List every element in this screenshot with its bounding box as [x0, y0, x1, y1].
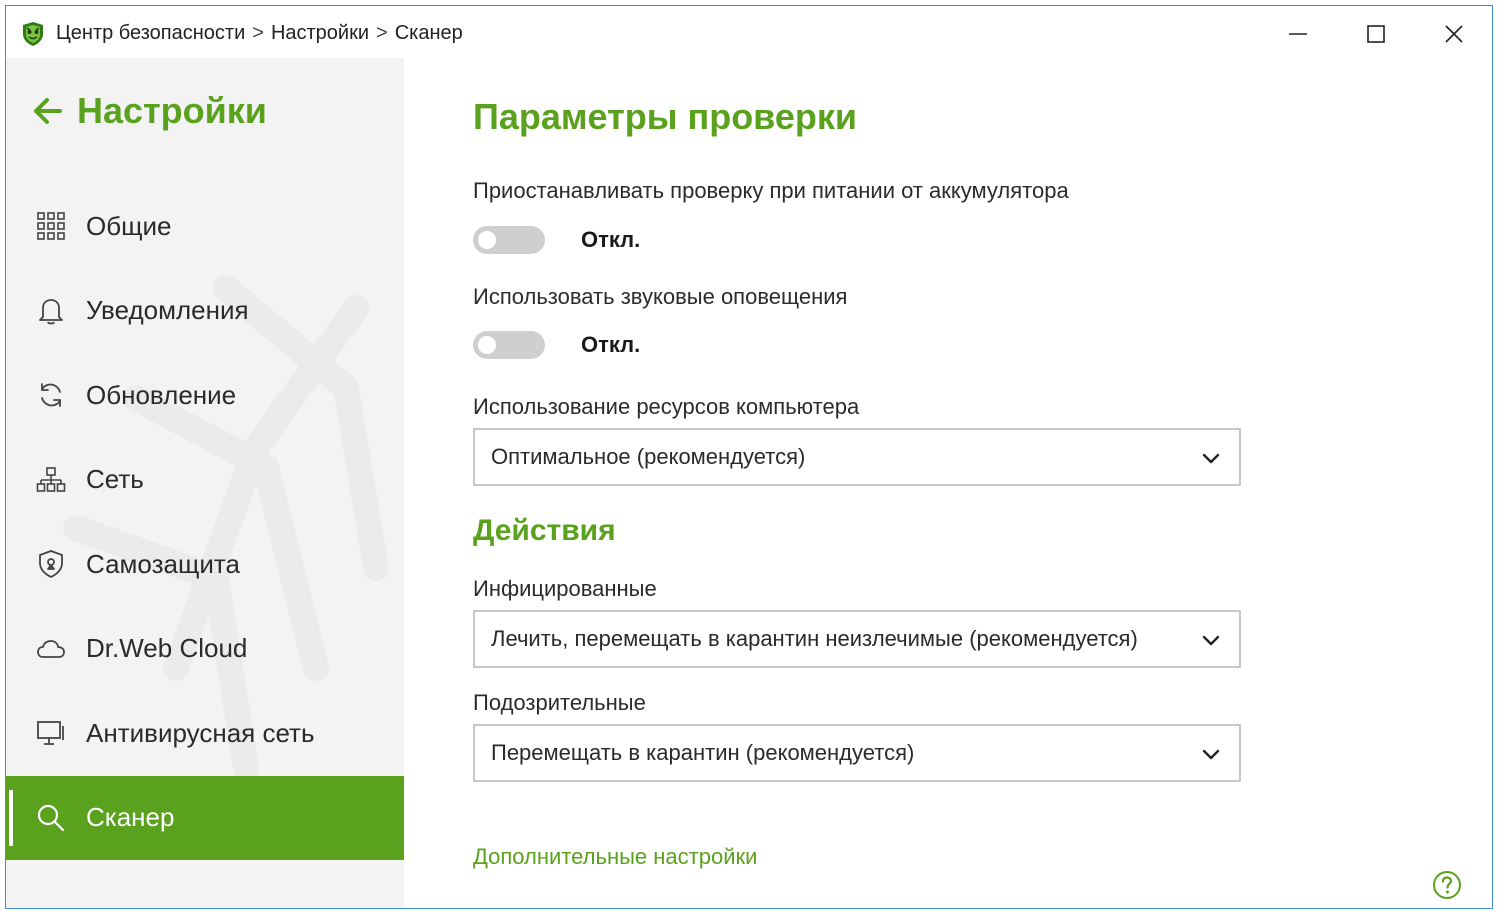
network-icon — [34, 463, 68, 497]
sound-alerts-state: Откл. — [581, 332, 641, 357]
sidebar-item-label: Обновление — [86, 379, 237, 410]
breadcrumb-item-scanner: Сканер — [394, 22, 463, 44]
monitor-icon — [34, 716, 68, 750]
sidebar-item-label: Уведомления — [86, 295, 249, 326]
suspicious-action-select[interactable]: Перемещать в карантин (рекомендуется) — [473, 724, 1241, 782]
settings-nav: Общие Уведомления Обновление Сеть Самоза… — [6, 184, 404, 860]
infected-label: Инфицированные — [473, 576, 657, 601]
sidebar-item-general[interactable]: Общие — [6, 184, 404, 269]
close-icon — [1445, 25, 1463, 43]
sidebar-item-label: Антивирусная сеть — [86, 717, 315, 748]
app-window: Центр безопасности > Настройки > Сканер Нас — [5, 5, 1493, 909]
breadcrumb: Центр безопасности > Настройки > Сканер — [56, 22, 463, 45]
breadcrumb-separator: > — [376, 22, 388, 44]
toggle-knob — [478, 336, 496, 354]
sidebar: Настройки Общие Уведомления Обновление С… — [6, 58, 404, 908]
sidebar-item-label: Dr.Web Cloud — [86, 633, 248, 664]
sidebar-item-self-protection[interactable]: Самозащита — [6, 522, 404, 607]
battery-pause-state: Откл. — [581, 227, 641, 252]
sound-alerts-toggle[interactable] — [473, 331, 545, 359]
help-icon[interactable] — [1432, 870, 1462, 900]
sidebar-item-label: Общие — [86, 210, 172, 241]
sidebar-item-label: Сканер — [86, 802, 175, 833]
sidebar-item-network[interactable]: Сеть — [6, 438, 404, 523]
sidebar-item-label: Сеть — [86, 464, 144, 495]
resource-usage-value: Оптимальное (рекомендуется) — [491, 444, 806, 469]
infected-action-value: Лечить, перемещать в карантин неизлечимы… — [491, 626, 1138, 651]
maximize-button[interactable] — [1346, 12, 1406, 56]
infected-action-select[interactable]: Лечить, перемещать в карантин неизлечимы… — [473, 610, 1241, 668]
sound-alerts-label: Использовать звуковые оповещения — [473, 284, 848, 309]
resource-usage-select[interactable]: Оптимальное (рекомендуется) — [473, 428, 1241, 486]
back-to-settings[interactable]: Настройки — [31, 90, 267, 132]
breadcrumb-item-security-center[interactable]: Центр безопасности — [56, 22, 245, 44]
sidebar-item-drweb-cloud[interactable]: Dr.Web Cloud — [6, 607, 404, 692]
sidebar-item-antivirus-network[interactable]: Антивирусная сеть — [6, 691, 404, 776]
battery-pause-toggle[interactable] — [473, 226, 545, 254]
suspicious-label: Подозрительные — [473, 690, 646, 715]
close-button[interactable] — [1424, 12, 1484, 56]
main-panel: Параметры проверки Приостанавливать пров… — [404, 58, 1492, 908]
sound-alerts-row: Откл. — [473, 331, 640, 359]
sidebar-item-label: Самозащита — [86, 548, 240, 579]
suspicious-action-value: Перемещать в карантин (рекомендуется) — [491, 740, 915, 765]
chevron-down-icon — [1202, 749, 1220, 760]
breadcrumb-item-settings[interactable]: Настройки — [271, 22, 369, 44]
toggle-knob — [478, 231, 496, 249]
sidebar-item-scanner[interactable]: Сканер — [6, 775, 404, 860]
sidebar-item-update[interactable]: Обновление — [6, 353, 404, 438]
arrow-left-icon — [34, 98, 62, 124]
battery-pause-row: Откл. — [473, 226, 640, 254]
actions-heading: Действия — [473, 514, 616, 547]
cloud-icon — [34, 632, 68, 666]
shield-icon — [34, 547, 68, 581]
sidebar-title: Настройки — [77, 90, 267, 131]
grid-icon — [34, 209, 68, 243]
page-title: Параметры проверки — [473, 96, 857, 137]
drweb-logo-icon — [23, 22, 43, 46]
maximize-icon — [1367, 25, 1385, 43]
chevron-down-icon — [1202, 635, 1220, 646]
minimize-button[interactable] — [1268, 12, 1328, 56]
resource-usage-label: Использование ресурсов компьютера — [473, 394, 860, 419]
search-icon — [34, 801, 68, 835]
title-bar: Центр безопасности > Настройки > Сканер — [6, 6, 1492, 58]
breadcrumb-separator: > — [252, 22, 264, 44]
battery-pause-label: Приостанавливать проверку при питании от… — [473, 178, 1069, 203]
refresh-icon — [34, 378, 68, 412]
advanced-settings-link[interactable]: Дополнительные настройки — [473, 844, 757, 870]
sidebar-item-notifications[interactable]: Уведомления — [6, 269, 404, 354]
chevron-down-icon — [1202, 453, 1220, 464]
minimize-icon — [1289, 33, 1307, 35]
bell-icon — [34, 294, 68, 328]
